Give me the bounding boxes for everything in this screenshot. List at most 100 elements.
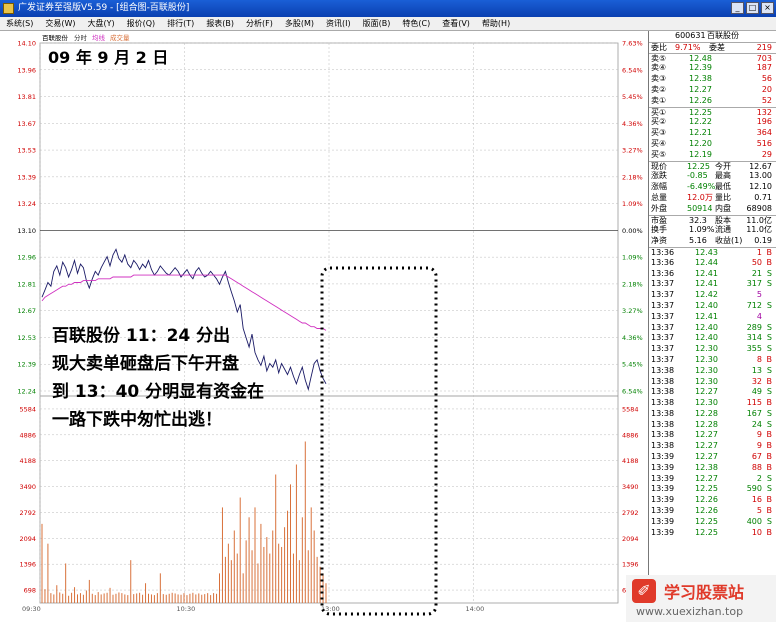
trade-tick: 13:37 12.40 712 S (649, 301, 776, 312)
menu-bar: 系统(S) 交易(W) 大盘(Y) 报价(Q) 排行(T) 报表(B) 分析(F) 多股(M)… (0, 17, 776, 31)
trade-tick: 13:39 12.38 88 B (649, 463, 776, 474)
volume-tick-label: 3490 (622, 483, 639, 491)
tick-price: 12.25 (695, 484, 718, 494)
tick-time: 13:38 (651, 430, 675, 440)
time-tick-label: 14:00 (466, 605, 485, 613)
volume-tick-label: 2094 (19, 535, 36, 543)
tick-price: 12.25 (695, 516, 718, 526)
tick-side: S (766, 333, 772, 343)
annotation-line: 到 13：40 分明显有资金在 (52, 381, 264, 402)
trade-tick: 13:38 12.27 9 B (649, 430, 776, 441)
tick-price: 12.41 (695, 279, 718, 289)
close-button[interactable]: × (761, 2, 774, 14)
menu-item[interactable]: 大盘(Y) (87, 17, 114, 31)
tick-volume: 2 (756, 473, 762, 483)
menu-item[interactable]: 资讯(I) (326, 17, 351, 31)
pct-tick-label: 4.36% (622, 120, 643, 128)
price-tick-label: 12.67 (17, 307, 36, 315)
bid-label: 买⑤ (651, 149, 667, 159)
tick-volume: 67 (751, 452, 762, 462)
menu-item[interactable]: 交易(W) (45, 17, 75, 31)
ask-volume: 187 (756, 63, 772, 73)
tick-side: S (766, 279, 772, 289)
quote-value: 12.10 (749, 182, 772, 192)
fundamental-row: 净资 5.16 收益(1) 0.19 (649, 236, 776, 247)
tick-volume: 21 (751, 268, 762, 278)
tick-side: B (766, 441, 773, 451)
price-tick-label: 13.96 (17, 66, 36, 74)
quote-label: 总量 (651, 192, 667, 202)
tick-side: S (766, 408, 772, 418)
price-tick-label: 13.81 (17, 93, 36, 101)
menu-item[interactable]: 报价(Q) (127, 17, 156, 31)
price-tick-label: 12.39 (17, 361, 36, 369)
menu-item[interactable]: 版面(B) (363, 17, 391, 31)
volume-tick-label: 2094 (622, 535, 639, 543)
menu-item[interactable]: 分析(F) (246, 17, 273, 31)
quote-value: 12.0万 (687, 192, 713, 202)
tick-side: S (766, 365, 772, 375)
quote-row: 外盘 50914 内盘 68908 (649, 204, 776, 215)
tick-time: 13:37 (651, 290, 675, 300)
tick-volume: 355 (746, 344, 762, 354)
ask-label: 卖② (651, 84, 667, 94)
stock-code: 600631 (675, 31, 706, 40)
menu-item[interactable]: 查看(V) (442, 17, 470, 31)
fund-value: 11.0亿 (746, 225, 772, 235)
quote-row: 总量 12.0万 量比 0.71 (649, 193, 776, 204)
tick-price: 12.28 (695, 408, 718, 418)
tick-time: 13:38 (651, 408, 675, 418)
menu-item[interactable]: 报表(B) (206, 17, 234, 31)
tick-time: 13:38 (651, 398, 675, 408)
tick-volume: 50 (751, 257, 762, 267)
trade-tick: 13:36 12.41 21 S (649, 269, 776, 280)
volume-tick-label: 1396 (19, 561, 36, 569)
price-tick-label: 13.39 (17, 173, 36, 181)
tick-volume: 289 (746, 322, 762, 332)
tick-time: 13:39 (651, 527, 675, 537)
minimize-button[interactable]: _ (731, 2, 744, 14)
quote-value: 50914 (687, 203, 713, 213)
tick-volume: 16 (751, 495, 762, 505)
tick-volume: 32 (751, 376, 762, 386)
bid-row: 买③ 12.21 364 (649, 128, 776, 139)
tick-side: S (766, 322, 772, 332)
ask-price: 12.26 (689, 95, 712, 105)
date-label: 09 年 9 月 2 日 (48, 48, 168, 67)
tick-time: 13:38 (651, 387, 675, 397)
pct-tick-label: 1.09% (622, 200, 643, 208)
volume-tick-label: 698 (24, 587, 36, 595)
maximize-button[interactable]: □ (746, 2, 759, 14)
tick-price: 12.27 (695, 430, 718, 440)
quote-value: -0.85 (687, 171, 708, 181)
ask-row: 卖③ 12.38 56 (649, 74, 776, 85)
quote-row: 涨幅 -6.49% 最低 12.10 (649, 182, 776, 193)
legend-volume: 成交量 (110, 33, 130, 42)
bid-label: 买④ (651, 138, 667, 148)
trade-tick: 13:39 12.25 590 S (649, 484, 776, 495)
stock-name: 百联股份 (707, 31, 739, 40)
quote-label: 内盘 (715, 203, 731, 213)
menu-item[interactable]: 系统(S) (6, 17, 33, 31)
tick-side: S (766, 516, 772, 526)
bid-volume: 196 (756, 117, 772, 127)
tick-volume: 314 (746, 333, 762, 343)
chart-svg: 14.10 7.63% 13.96 6.54% 13.81 5.45% 13.67 4.36%… (17, 33, 643, 616)
legend-time: 分时 (74, 33, 88, 42)
tick-volume: 10 (751, 527, 762, 537)
tick-volume: 5 (756, 506, 762, 516)
trade-tick: 13:39 12.27 2 S (649, 474, 776, 485)
trade-tick: 13:36 12.43 1 B (649, 246, 776, 258)
legend-avg: 均线 (92, 33, 106, 42)
pct-tick-label: 7.63% (622, 40, 643, 48)
tick-volume: 9 (756, 430, 762, 440)
menu-item[interactable]: 帮助(H) (482, 17, 510, 31)
tick-side: S (766, 300, 772, 310)
menu-item[interactable]: 多股(M) (285, 17, 314, 31)
bid-volume: 364 (756, 128, 772, 138)
bid-label: 买② (651, 117, 667, 127)
menu-item[interactable]: 特色(C) (402, 17, 430, 31)
tick-price: 12.30 (695, 376, 718, 386)
tick-time: 13:38 (651, 441, 675, 451)
menu-item[interactable]: 排行(T) (167, 17, 194, 31)
